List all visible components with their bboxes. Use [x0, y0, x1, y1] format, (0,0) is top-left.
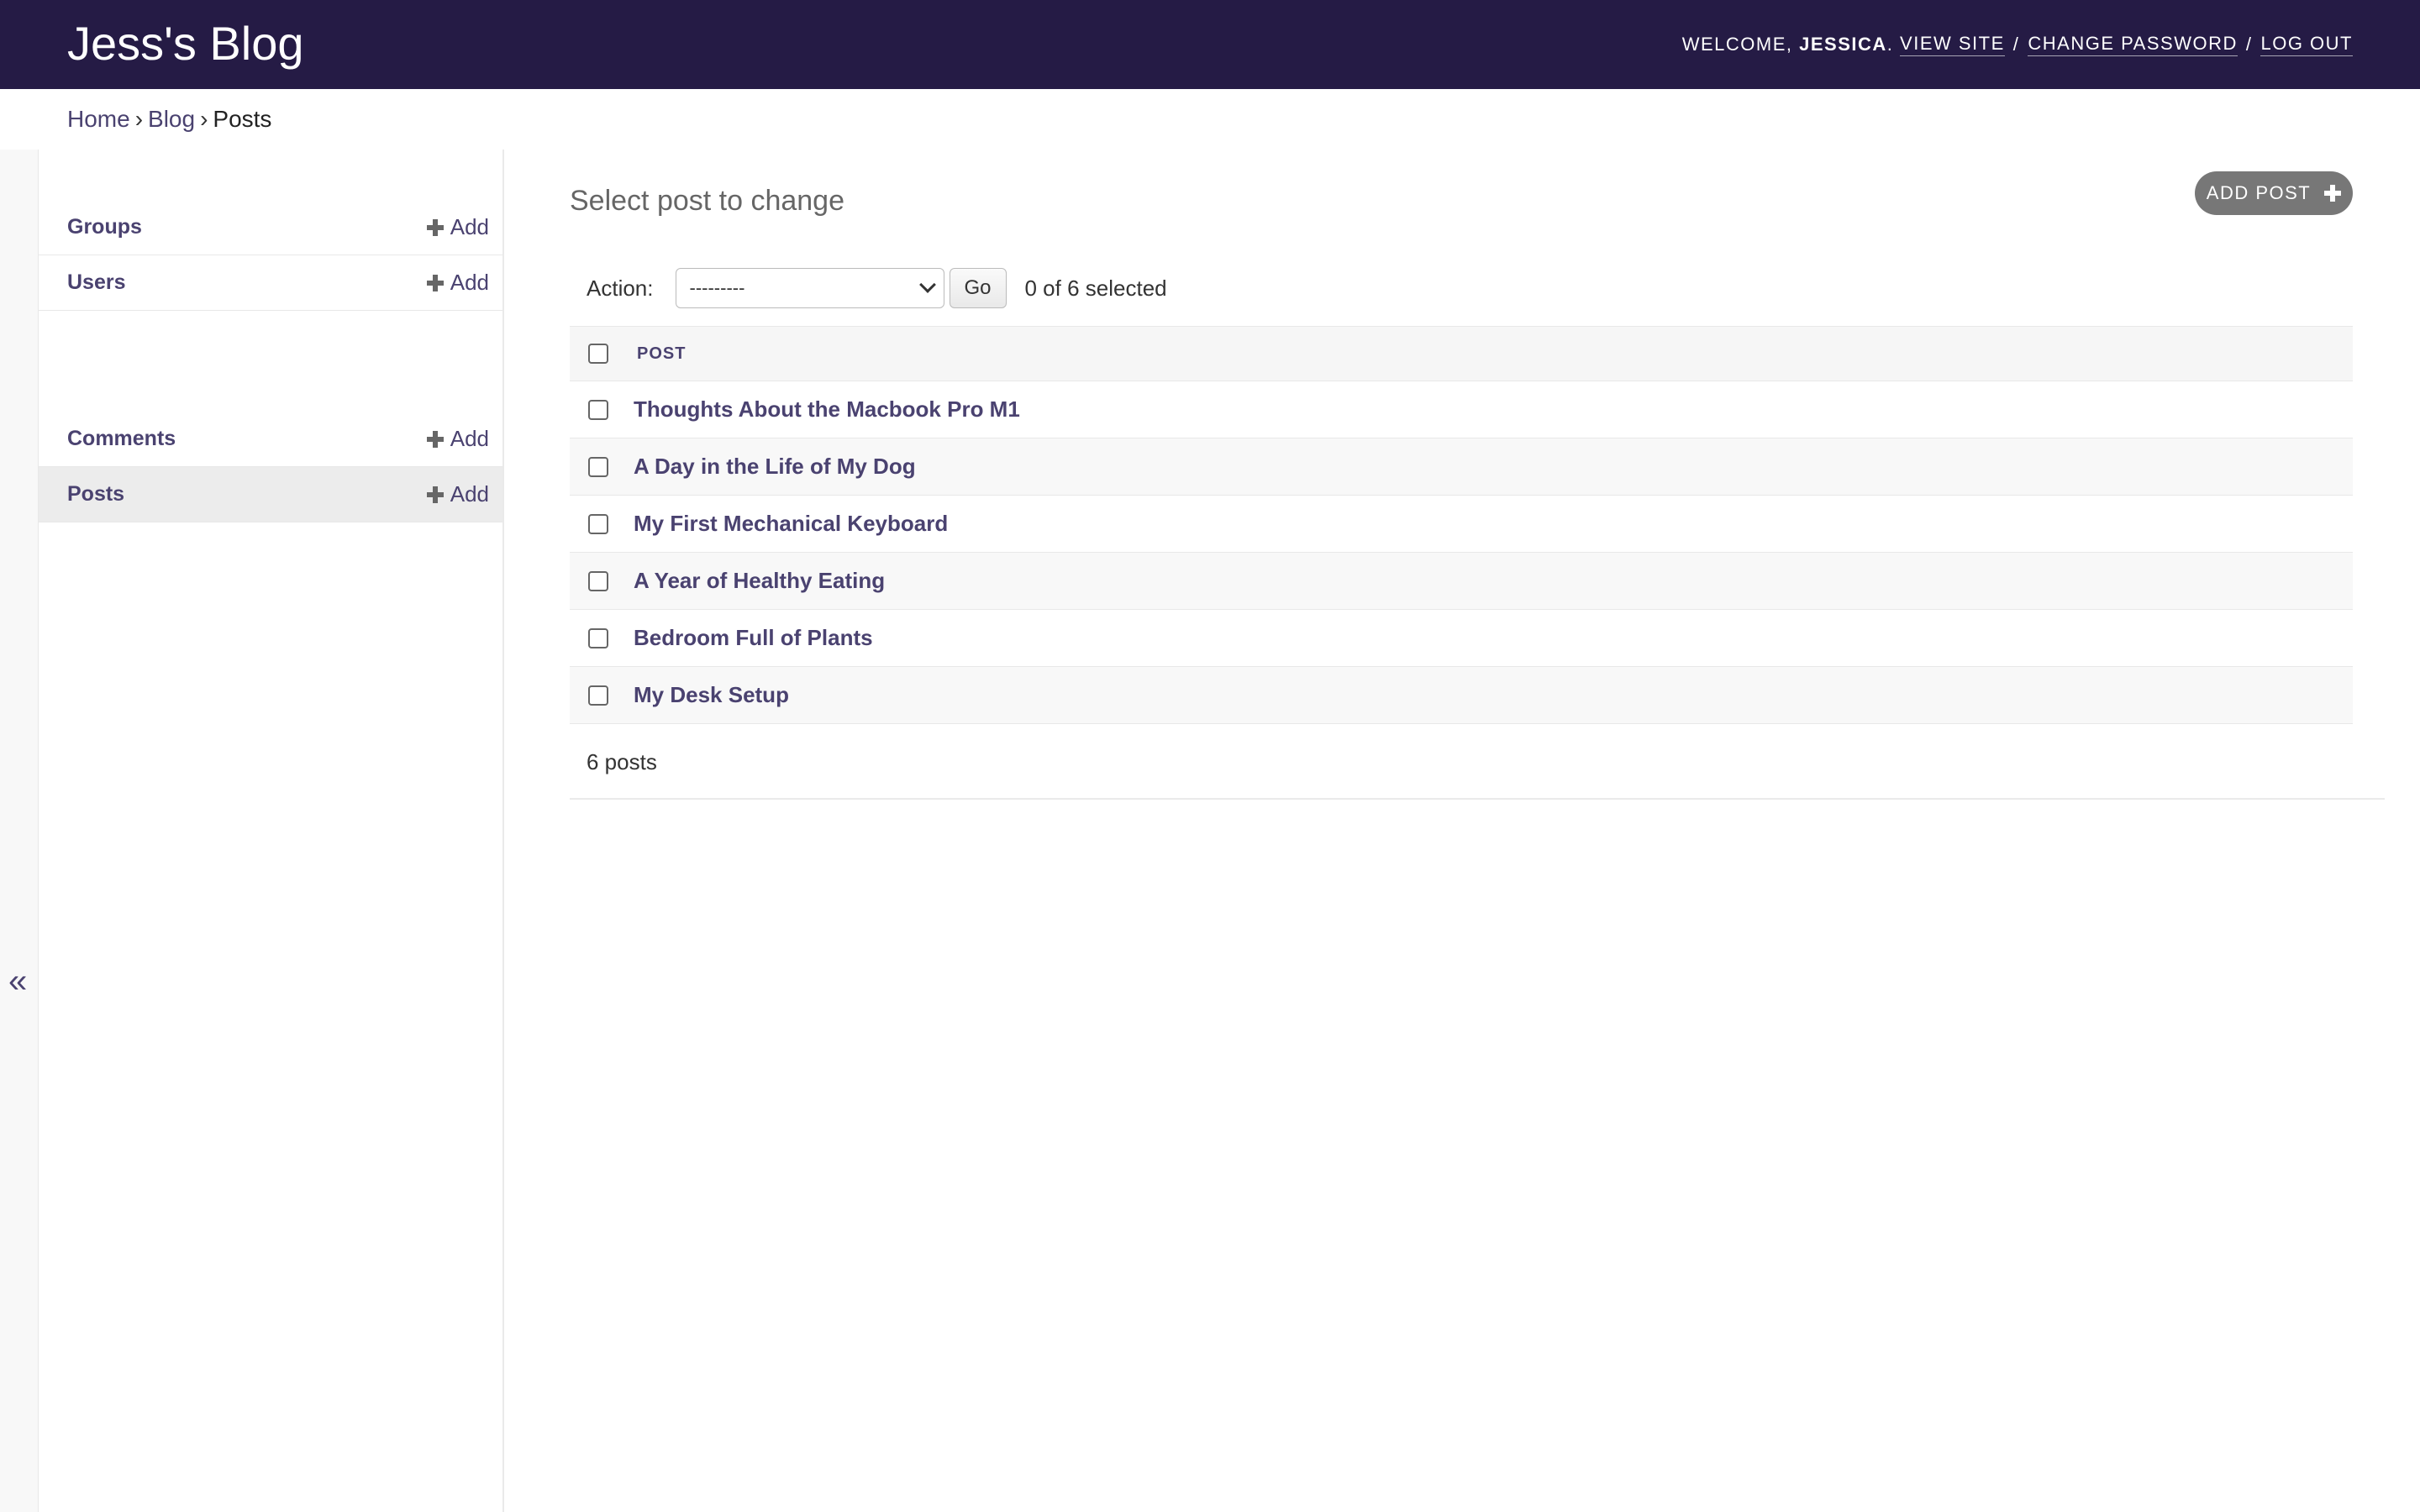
table-row: Bedroom Full of Plants	[570, 610, 2353, 667]
user-tools-separator: /	[2245, 33, 2253, 55]
nav-sidebar-toggle[interactable]: «	[0, 150, 39, 1512]
post-link[interactable]: My First Mechanical Keyboard	[634, 511, 948, 537]
post-link[interactable]: Bedroom Full of Plants	[634, 625, 873, 651]
plus-icon	[426, 430, 444, 448]
result-list-table: POST Thoughts About the Macbook Pro M1 A…	[570, 326, 2353, 724]
table-row: My First Mechanical Keyboard	[570, 496, 2353, 553]
table-row: A Day in the Life of My Dog	[570, 438, 2353, 496]
action-label: Action:	[587, 275, 654, 301]
sidebar-item-groups: Groups Add	[39, 200, 502, 255]
add-groups-link[interactable]: Add	[426, 214, 489, 240]
post-link[interactable]: My Desk Setup	[634, 682, 789, 708]
nav-sidebar: Groups Add Users Add Comments Add Posts …	[39, 150, 504, 1512]
add-label: Add	[450, 214, 489, 239]
add-users-link[interactable]: Add	[426, 270, 489, 296]
action-select[interactable]: ---------	[675, 268, 944, 308]
user-tools-separator: /	[2012, 33, 2020, 55]
actions-bar: Action: --------- Go 0 of 6 selected	[570, 262, 2353, 314]
breadcrumb-blog[interactable]: Blog	[148, 106, 195, 132]
breadcrumb: Home › Blog › Posts	[67, 104, 271, 134]
row-checkbox[interactable]	[588, 399, 608, 420]
username: JESSICA	[1799, 33, 1887, 55]
sidebar-item-label[interactable]: Posts	[67, 482, 124, 507]
column-header-post[interactable]: POST	[637, 344, 686, 364]
add-label: Add	[450, 426, 489, 451]
selected-count: 0 of 6 selected	[1024, 275, 1167, 301]
paginator: 6 posts	[570, 726, 2385, 800]
log-out-link[interactable]: LOG OUT	[2260, 32, 2353, 56]
table-row: Thoughts About the Macbook Pro M1	[570, 381, 2353, 438]
site-header: Jess's Blog WELCOME, JESSICA. VIEW SITE …	[0, 0, 2420, 89]
change-password-link[interactable]: CHANGE PASSWORD	[2028, 32, 2238, 56]
double-chevron-left-icon[interactable]: «	[8, 961, 27, 1001]
row-checkbox[interactable]	[588, 456, 608, 477]
plus-icon	[426, 274, 444, 291]
add-post-button[interactable]: ADD POST	[2195, 171, 2353, 215]
post-link[interactable]: A Day in the Life of My Dog	[634, 454, 916, 480]
row-checkbox[interactable]	[588, 627, 608, 648]
row-checkbox[interactable]	[588, 685, 608, 706]
add-comments-link[interactable]: Add	[426, 426, 489, 452]
sidebar-item-users: Users Add	[39, 255, 502, 311]
add-label: Add	[450, 481, 489, 507]
table-row: A Year of Healthy Eating	[570, 553, 2353, 610]
breadcrumb-separator: ›	[134, 106, 144, 132]
welcome-text: WELCOME,	[1681, 33, 1793, 55]
add-post-label: ADD POST	[2206, 182, 2312, 203]
site-name[interactable]: Jess's Blog	[67, 15, 303, 72]
action-select-value: ---------	[689, 277, 745, 298]
breadcrumb-home[interactable]: Home	[67, 106, 130, 132]
chevron-down-icon	[918, 276, 936, 293]
row-checkbox[interactable]	[588, 513, 608, 534]
row-checkbox[interactable]	[588, 570, 608, 591]
plus-icon	[426, 486, 444, 503]
add-posts-link[interactable]: Add	[426, 481, 489, 507]
table-header-row: POST	[570, 326, 2353, 381]
view-site-link[interactable]: VIEW SITE	[1900, 32, 2005, 56]
post-link[interactable]: Thoughts About the Macbook Pro M1	[634, 396, 1020, 423]
sidebar-item-comments: Comments Add	[39, 412, 502, 467]
plus-icon	[426, 218, 444, 236]
select-all-checkbox[interactable]	[588, 344, 608, 364]
sidebar-item-label[interactable]: Users	[67, 270, 126, 295]
sidebar-item-label[interactable]: Groups	[67, 215, 142, 239]
breadcrumb-current: Posts	[213, 106, 272, 132]
page-title: Select post to change	[570, 185, 845, 217]
table-row: My Desk Setup	[570, 667, 2353, 724]
go-button[interactable]: Go	[949, 268, 1007, 308]
sidebar-item-posts: Posts Add	[39, 467, 502, 522]
user-tools: WELCOME, JESSICA. VIEW SITE / CHANGE PAS…	[1682, 32, 2353, 56]
result-count: 6 posts	[587, 748, 657, 774]
add-label: Add	[450, 270, 489, 295]
post-link[interactable]: A Year of Healthy Eating	[634, 568, 885, 594]
plus-icon	[2324, 185, 2342, 202]
breadcrumb-separator: ›	[200, 106, 208, 132]
sidebar-item-label[interactable]: Comments	[67, 427, 176, 451]
